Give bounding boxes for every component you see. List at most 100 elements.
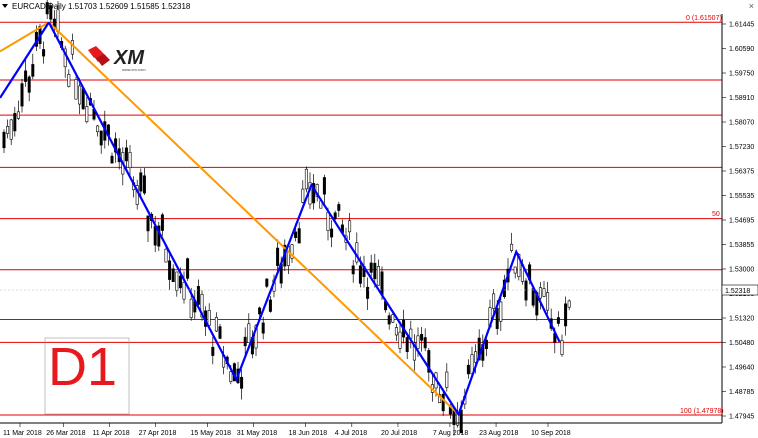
date-tick-label: 18 Jun 2018 — [289, 430, 328, 437]
candle-body — [474, 351, 478, 363]
candle-body — [322, 177, 326, 195]
candle-body — [189, 298, 193, 318]
candle-body — [153, 226, 157, 246]
chart-window: 1.61445 1.60590 1.59750 1.58910 1.58070 1.572… — [0, 0, 758, 438]
close-icon[interactable]: × — [749, 1, 754, 11]
candle-body — [218, 326, 222, 339]
candle-body — [67, 74, 71, 87]
candle-body — [142, 175, 146, 194]
candle-body — [27, 76, 31, 93]
chart-title-bar: EURCAD,Daily 1.51703 1.52609 1.51585 1.5… — [0, 0, 758, 14]
price-tick-label: 1.58910 — [729, 95, 754, 102]
candle-body — [276, 247, 280, 266]
price-tick-label: 1.49640 — [729, 365, 754, 372]
candle-body — [376, 266, 380, 286]
candle-body — [99, 130, 103, 146]
candle-body — [240, 376, 244, 389]
current-price-badge: 1.52318 — [721, 284, 758, 296]
fib-bottom-label: 100 (1.47978) — [680, 408, 724, 415]
candle-body — [268, 299, 272, 312]
candle-body — [2, 131, 6, 149]
candle-body — [70, 40, 74, 55]
candle-body — [74, 79, 78, 100]
current-price-label: 1.52318 — [725, 288, 750, 295]
candle-body — [96, 125, 100, 133]
price-tick-label: 1.50480 — [729, 340, 754, 347]
candle-body — [124, 147, 128, 162]
candle-body — [297, 228, 301, 244]
candle-body — [405, 337, 409, 352]
candle-body — [6, 126, 10, 134]
candle-body — [348, 220, 352, 233]
price-tick-label: 1.51320 — [729, 316, 754, 323]
candle-body — [351, 265, 355, 275]
candle-body — [441, 393, 445, 412]
candle-body — [211, 346, 215, 356]
candle-body — [304, 168, 308, 190]
candle-body — [394, 327, 398, 336]
candle-body — [175, 271, 179, 291]
candle-body — [366, 286, 370, 299]
candle-body — [391, 314, 395, 323]
price-tick-label: 1.59750 — [729, 71, 754, 78]
candle-body — [261, 322, 265, 334]
fib-top-label: 0 (1.61507) — [686, 15, 722, 22]
candle-body — [13, 113, 17, 132]
price-tick-label: 1.47945 — [729, 414, 754, 421]
price-tick-label: 1.56375 — [729, 169, 754, 176]
candle-body — [510, 243, 514, 251]
candle-body — [560, 340, 564, 355]
price-tick-label: 1.58070 — [729, 120, 754, 127]
candle-body — [164, 248, 168, 263]
candle-body — [538, 287, 542, 299]
candle-body — [380, 271, 384, 296]
candle-body — [495, 307, 499, 329]
candle-body — [178, 275, 182, 289]
candle-body — [445, 371, 449, 388]
xm-logo: XM www.xm.com — [86, 44, 176, 74]
candle-body — [423, 337, 427, 349]
candle-body — [546, 292, 550, 311]
candle-body — [42, 49, 46, 57]
candle-body — [229, 371, 233, 382]
date-tick-label: 11 Apr 2018 — [92, 430, 129, 437]
price-tick-label: 1.48785 — [729, 389, 754, 396]
candle-body — [337, 204, 341, 211]
candle-body — [24, 70, 28, 82]
candle-body — [492, 293, 496, 309]
xm-logo-subtext: www.xm.com — [122, 67, 146, 72]
candle-body — [373, 262, 377, 280]
candle-body — [139, 172, 143, 192]
candle-body — [416, 335, 420, 349]
candle-body — [146, 215, 150, 232]
candle-body — [567, 300, 571, 308]
candle-body — [78, 85, 82, 105]
candle-body — [294, 231, 298, 239]
candle-body — [20, 83, 24, 107]
price-tick-label: 1.55535 — [729, 193, 754, 200]
candle-body — [556, 317, 560, 324]
candle-body — [524, 280, 528, 301]
candle-body — [85, 106, 89, 123]
candle-body — [168, 260, 172, 280]
candle-body — [564, 303, 568, 327]
candle-body — [186, 258, 190, 279]
candle-body — [171, 268, 175, 283]
candle-body — [214, 317, 218, 332]
candle-body — [420, 334, 424, 341]
candle-body — [243, 336, 247, 347]
date-tick-label: 20 Jul 2018 — [381, 430, 417, 437]
candle-body — [326, 211, 330, 231]
date-tick-label: 31 May 2018 — [237, 430, 278, 437]
candle-body — [333, 212, 337, 220]
candle-body — [499, 301, 503, 322]
candle-body — [301, 188, 305, 203]
candle-body — [387, 315, 391, 325]
candle-body — [16, 111, 20, 119]
candle-body — [207, 310, 211, 326]
date-tick-label: 23 Aug 2018 — [479, 430, 518, 437]
candle-body — [398, 331, 402, 349]
date-tick-label: 27 Apr 2018 — [139, 430, 177, 437]
candle-body — [513, 266, 517, 274]
dropdown-triangle-icon[interactable] — [2, 4, 8, 8]
